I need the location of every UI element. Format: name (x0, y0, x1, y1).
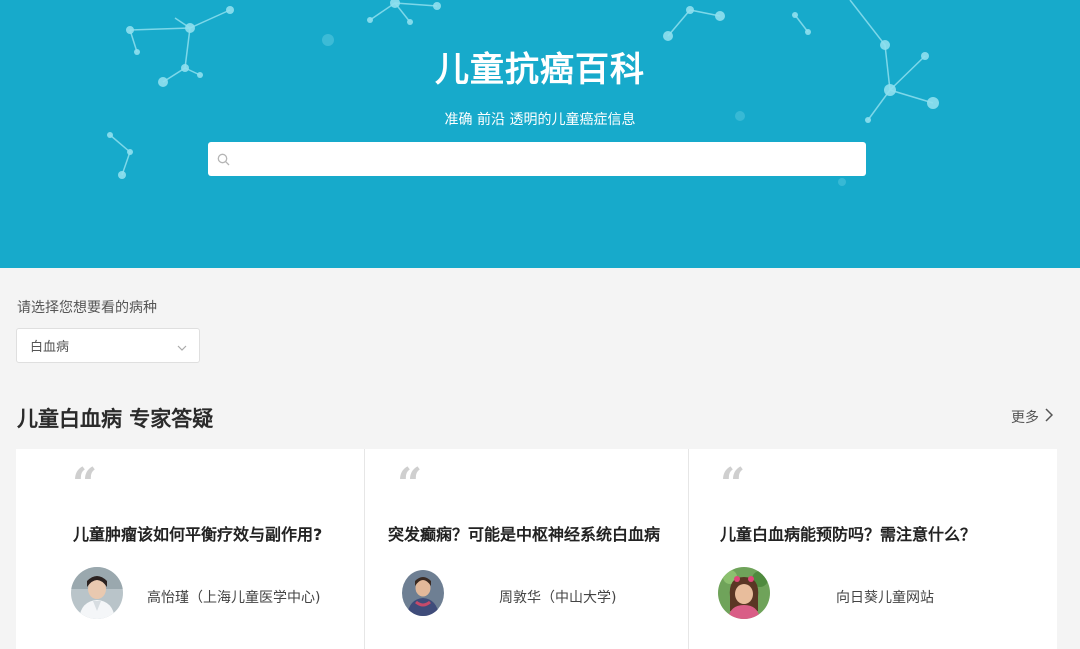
chevron-right-icon (1045, 408, 1054, 426)
quote-icon: “ (720, 459, 746, 510)
section-title: 儿童白血病 专家答疑 (17, 407, 214, 431)
more-link[interactable]: 更多 (1011, 407, 1054, 427)
disease-filter-label: 请选择您想要看的病种 (17, 300, 157, 316)
qa-card-question[interactable]: 突发癫痫？可能是中枢神经系统白血病 (388, 521, 660, 545)
search-icon (208, 142, 238, 176)
molecule-decoration (107, 0, 939, 186)
qa-card-question[interactable]: 儿童白血病能预防吗？需注意什么？ (720, 521, 976, 545)
qa-card[interactable]: “ 儿童肿瘤该如何平衡疗效与副作用? 高怡瑾（上海儿童医学中心) (16, 449, 364, 649)
more-link-label: 更多 (1011, 410, 1039, 426)
search-bar[interactable] (208, 142, 866, 176)
qa-card-author: 周敦华（中山大学) (499, 590, 617, 606)
qa-card-question[interactable]: 儿童肿瘤该如何平衡疗效与副作用? (73, 521, 322, 545)
expert-qa-cards: “ 儿童肿瘤该如何平衡疗效与副作用? 高怡瑾（上海儿童医学中心) “ 突发癫痫？… (16, 449, 1057, 649)
page-subtitle: 准确 前沿 透明的儿童癌症信息 (444, 112, 636, 128)
chevron-down-icon (177, 336, 187, 355)
quote-icon: “ (397, 459, 423, 510)
quote-icon: “ (72, 459, 98, 510)
avatar (402, 570, 444, 616)
avatar (71, 567, 123, 619)
hero-banner: 儿童抗癌百科 准确 前沿 透明的儿童癌症信息 (0, 0, 1080, 268)
page-title: 儿童抗癌百科 (435, 50, 645, 90)
qa-card[interactable]: “ 儿童白血病能预防吗？需注意什么？ 向日葵儿童网站 (688, 449, 1057, 649)
qa-card-author: 向日葵儿童网站 (836, 590, 934, 606)
disease-select-value: 白血病 (30, 340, 70, 355)
qa-card-author: 高怡瑾（上海儿童医学中心) (147, 590, 321, 606)
search-input[interactable] (238, 143, 866, 175)
disease-select[interactable]: 白血病 (16, 328, 200, 363)
qa-card[interactable]: “ 突发癫痫？可能是中枢神经系统白血病 周敦华（中山大学) (364, 449, 688, 649)
avatar (718, 567, 770, 619)
